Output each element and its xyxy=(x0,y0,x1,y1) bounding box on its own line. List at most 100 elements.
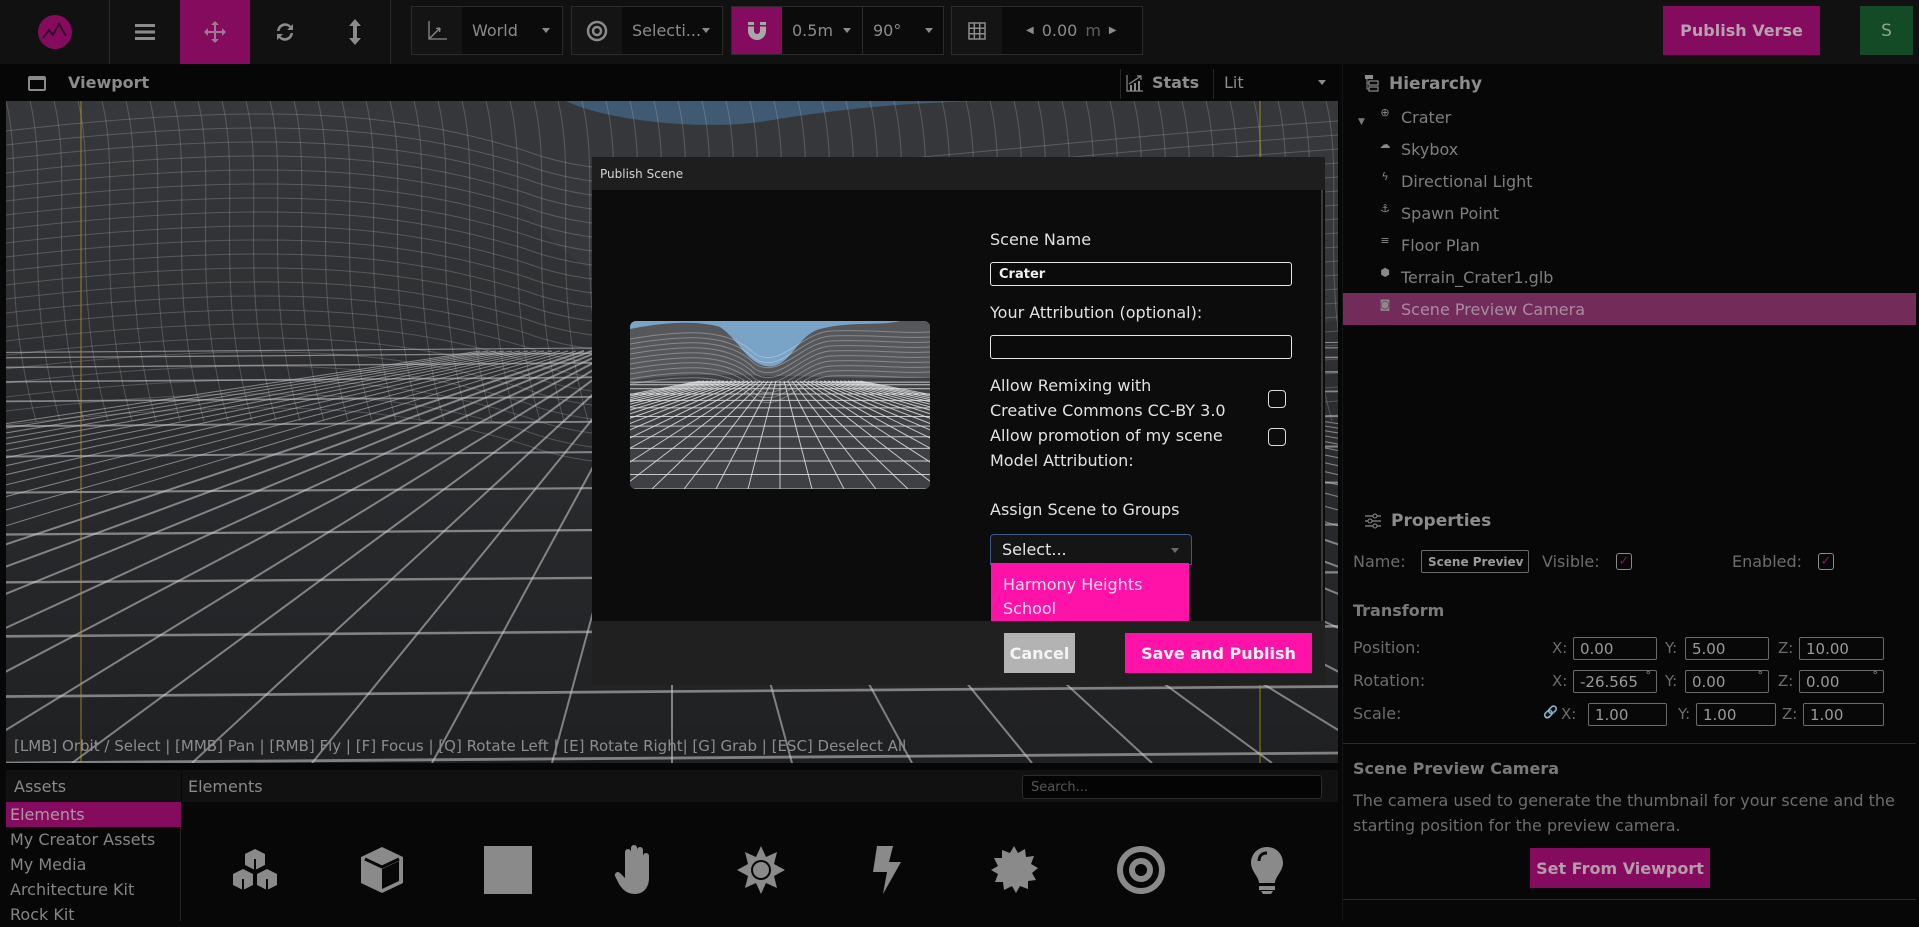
position-z-input[interactable]: 10.00 xyxy=(1799,637,1884,660)
hierarchy-item[interactable]: ☁ Skybox xyxy=(1343,133,1916,165)
attribution-input[interactable] xyxy=(990,335,1292,359)
hierarchy-item[interactable]: ◙ Scene Preview Camera xyxy=(1343,293,1916,325)
rotation-x-input[interactable]: -26.565 ° xyxy=(1573,669,1657,693)
rotate-snap-select[interactable]: 90° xyxy=(863,7,943,54)
enabled-label: Enabled: xyxy=(1732,552,1803,571)
scale-y-input[interactable]: 1.00 xyxy=(1696,703,1776,726)
chevron-down-icon xyxy=(925,28,933,33)
translate-snap-value: 0.5m xyxy=(792,21,834,40)
asset-category-my-media[interactable]: My Media xyxy=(6,852,181,877)
hierarchy-item[interactable]: ϟ Directional Light xyxy=(1343,165,1916,197)
promotion-checkbox[interactable] xyxy=(1268,428,1286,446)
translate-snap-select[interactable]: 0.5m xyxy=(782,7,863,54)
avatar[interactable]: S xyxy=(1860,6,1913,55)
right-panel: Hierarchy ▼ ⊕ Crater ☁ Skybox ϟ Directional L… xyxy=(1342,64,1919,921)
grid-height-stepper[interactable]: ◀ 0.00 m ▶ xyxy=(1002,7,1142,54)
dialog-scrollbar[interactable] xyxy=(1321,190,1323,621)
spawn-icon: ⚓ xyxy=(1380,201,1390,215)
groups-option[interactable]: Harmony Heights School xyxy=(991,563,1189,621)
name-label: Name: xyxy=(1353,552,1406,571)
globe-icon: ⊕ xyxy=(1380,105,1390,119)
target-icon[interactable] xyxy=(1113,842,1169,898)
scale-x-input[interactable]: 1.00 xyxy=(1588,703,1667,726)
save-and-publish-button[interactable]: Save and Publish xyxy=(1125,633,1312,673)
transform-space-select[interactable]: World xyxy=(411,6,563,55)
name-input[interactable]: Scene Previev xyxy=(1421,550,1529,573)
hierarchy-title: Hierarchy xyxy=(1389,74,1483,94)
component-title: Scene Preview Camera xyxy=(1353,759,1560,778)
component-description: The camera used to generate the thumbnai… xyxy=(1353,791,1895,835)
separator xyxy=(1213,69,1214,99)
properties-header: Properties xyxy=(1365,511,1491,531)
position-y-input[interactable]: 5.00 xyxy=(1685,637,1769,660)
image-icon[interactable] xyxy=(480,842,536,898)
visible-checkbox[interactable]: ✓ xyxy=(1616,553,1632,570)
separator xyxy=(1120,69,1121,99)
hierarchy-item[interactable]: ≡ Floor Plan xyxy=(1343,229,1916,261)
scale-icon xyxy=(349,19,361,45)
groups-select[interactable]: Select... xyxy=(990,534,1192,565)
scene-name-input[interactable] xyxy=(990,262,1292,286)
cloud-icon: ☁ xyxy=(1379,137,1391,151)
chevron-down-icon xyxy=(1171,548,1179,553)
set-from-viewport-button[interactable]: Set From Viewport xyxy=(1530,848,1710,888)
position-x-input[interactable]: 0.00 xyxy=(1573,637,1657,660)
bulb-icon[interactable] xyxy=(1239,842,1295,898)
group-cubes-icon[interactable] xyxy=(227,842,283,898)
remix-checkbox[interactable] xyxy=(1268,390,1286,408)
remix-label-line1: Allow Remixing with xyxy=(990,376,1152,395)
scene-thumbnail xyxy=(630,321,930,489)
scale-z-input[interactable]: 1.00 xyxy=(1803,703,1884,726)
hierarchy-item[interactable]: ⚓ Spawn Point xyxy=(1343,197,1916,229)
increment-icon[interactable]: ▶ xyxy=(1109,25,1117,36)
decrement-icon[interactable]: ◀ xyxy=(1026,25,1034,36)
pivot-mode-select[interactable]: Selecti... xyxy=(571,6,723,55)
hierarchy-item[interactable]: ⊕ Crater xyxy=(1343,101,1916,133)
position-label: Position: xyxy=(1353,638,1421,657)
menu-button[interactable] xyxy=(110,0,180,64)
snap-toggle[interactable] xyxy=(732,7,782,54)
stats-button[interactable]: Stats xyxy=(1126,64,1199,101)
sun-icon[interactable] xyxy=(733,842,789,898)
hierarchy-item-label: Spawn Point xyxy=(1401,203,1500,223)
render-mode-select[interactable]: Lit xyxy=(1224,64,1326,101)
cancel-button[interactable]: Cancel xyxy=(1004,633,1075,673)
app-logo[interactable] xyxy=(20,0,90,64)
visible-label: Visible: xyxy=(1542,552,1600,571)
chart-icon xyxy=(1126,74,1143,92)
cube-icon[interactable] xyxy=(354,842,410,898)
asset-search-input[interactable] xyxy=(1022,775,1322,799)
rotation-y-input[interactable]: 0.00 ° xyxy=(1685,669,1769,693)
axis-y-label: Y: xyxy=(1678,705,1691,723)
stats-label: Stats xyxy=(1152,73,1200,92)
hierarchy-item[interactable]: ⬢ Terrain_Crater1.glb xyxy=(1343,261,1916,293)
axis-z-label: Z: xyxy=(1778,639,1794,657)
translate-tool-button[interactable] xyxy=(180,0,250,64)
promotion-label: Allow promotion of my scene xyxy=(990,426,1223,445)
asset-category-architecture-kit[interactable]: Architecture Kit xyxy=(6,877,181,902)
hierarchy-item-label: Terrain_Crater1.glb xyxy=(1401,267,1554,287)
properties-title: Properties xyxy=(1391,511,1492,531)
chevron-down-icon xyxy=(1318,80,1326,85)
dialog-title: Publish Scene xyxy=(592,157,1325,190)
asset-category-my-creator-assets[interactable]: My Creator Assets xyxy=(6,827,181,852)
asset-category-rock-kit[interactable]: Rock Kit xyxy=(6,902,181,927)
groups-select-value: Select... xyxy=(1002,540,1067,559)
rotation-label: Rotation: xyxy=(1353,671,1426,690)
floorplan-icon: ≡ xyxy=(1380,233,1390,247)
rotate-tool-button[interactable] xyxy=(250,0,320,64)
publish-verse-button[interactable]: Publish Verse xyxy=(1663,6,1820,55)
rotation-z-input[interactable]: 0.00 ° xyxy=(1799,669,1884,693)
attribution-label: Your Attribution (optional): xyxy=(990,303,1203,322)
asset-category-elements[interactable]: Elements xyxy=(6,802,181,827)
axis-y-label: Y: xyxy=(1665,672,1678,690)
enabled-checkbox[interactable]: ✓ xyxy=(1818,553,1834,570)
link-icon[interactable]: 🔗 xyxy=(1543,705,1558,719)
badge-icon[interactable] xyxy=(986,842,1042,898)
bolt-icon[interactable] xyxy=(860,842,916,898)
scale-label: Scale: xyxy=(1353,704,1402,723)
scale-tool-button[interactable] xyxy=(320,0,390,64)
grid-toggle[interactable] xyxy=(952,7,1002,54)
translate-icon xyxy=(204,21,226,43)
hand-icon[interactable] xyxy=(607,842,663,898)
